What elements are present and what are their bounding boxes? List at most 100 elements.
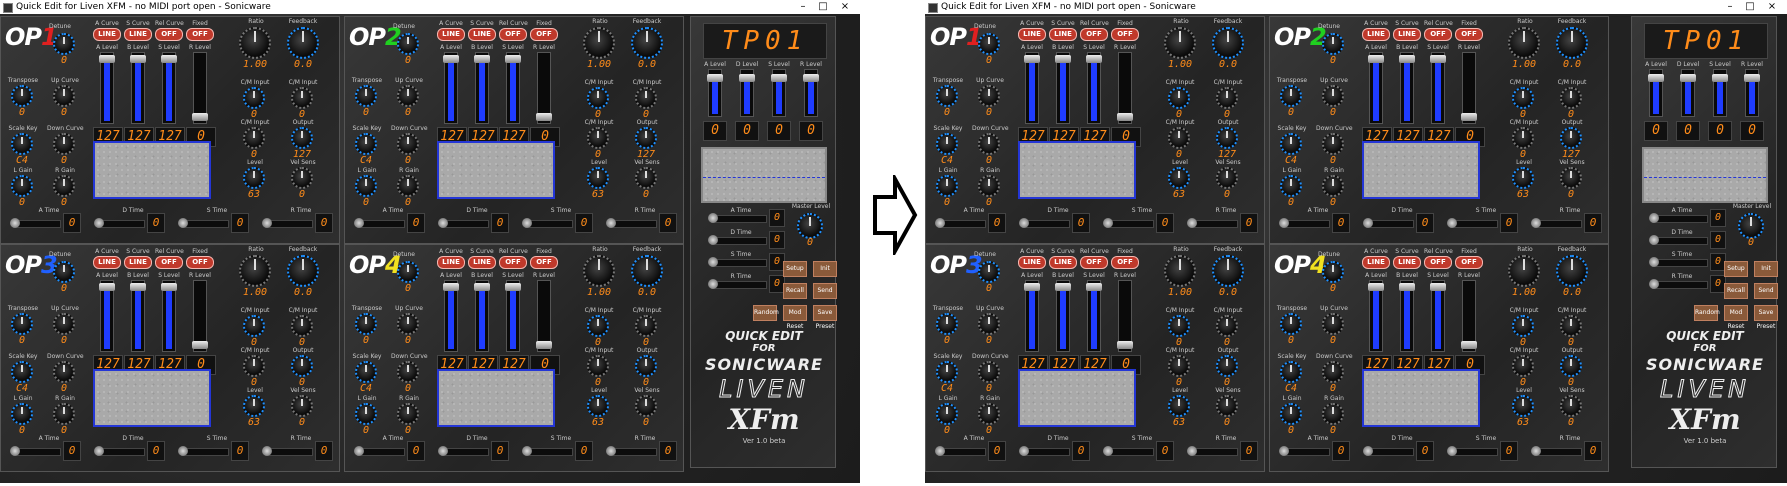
- knob-level[interactable]: [243, 167, 265, 189]
- ratio-knob[interactable]: [1164, 27, 1196, 59]
- knob-l_gain[interactable]: [1280, 175, 1302, 197]
- time-slider-s_time[interactable]: [178, 218, 229, 228]
- time-slider-d_time[interactable]: [438, 218, 489, 228]
- minimize-icon[interactable]: –: [1721, 0, 1739, 14]
- knob-vel_sens[interactable]: [1560, 167, 1582, 189]
- slider-thumb[interactable]: [1447, 218, 1457, 228]
- curve-button-rel_curve[interactable]: OFF: [1080, 256, 1108, 269]
- slider-thumb[interactable]: [606, 446, 616, 456]
- knob-up_curve[interactable]: [1322, 85, 1344, 107]
- knob-level[interactable]: [587, 167, 609, 189]
- curve-button-a_curve[interactable]: LINE: [1018, 28, 1046, 41]
- knob-output[interactable]: [1560, 355, 1582, 377]
- knob-output[interactable]: [1216, 127, 1238, 149]
- tp-time-slider[interactable]: [708, 213, 767, 223]
- fader-handle[interactable]: [99, 283, 115, 291]
- knob-level[interactable]: [1168, 167, 1190, 189]
- knob-l_gain[interactable]: [1280, 403, 1302, 425]
- curve-button-s_curve[interactable]: LINE: [468, 28, 496, 41]
- tp-time-slider[interactable]: [1649, 213, 1708, 223]
- fader-handle[interactable]: [1744, 74, 1760, 82]
- detune-knob[interactable]: [397, 33, 419, 55]
- fader-handle[interactable]: [771, 74, 787, 82]
- time-slider-a_time[interactable]: [1279, 446, 1330, 456]
- slider-thumb[interactable]: [1103, 446, 1113, 456]
- knob-output[interactable]: [635, 355, 657, 377]
- slider-thumb[interactable]: [708, 279, 718, 289]
- curve-button-rel_curve[interactable]: OFF: [1424, 28, 1452, 41]
- slider-thumb[interactable]: [935, 446, 945, 456]
- knob-l_gain[interactable]: [936, 175, 958, 197]
- knob-level[interactable]: [587, 395, 609, 417]
- level-fader-b_level[interactable]: [474, 52, 490, 124]
- knob-vel_sens[interactable]: [635, 395, 657, 417]
- feedback-knob[interactable]: [631, 27, 663, 59]
- knob-output[interactable]: [1560, 127, 1582, 149]
- slider-thumb[interactable]: [1187, 446, 1197, 456]
- time-slider-d_time[interactable]: [1363, 446, 1414, 456]
- knob-vel_sens[interactable]: [1216, 167, 1238, 189]
- time-slider-d_time[interactable]: [1363, 218, 1414, 228]
- slider-thumb[interactable]: [522, 446, 532, 456]
- knob-dn_curve[interactable]: [978, 361, 1000, 383]
- knob-scale_key[interactable]: [11, 361, 33, 383]
- time-slider-a_time[interactable]: [935, 218, 986, 228]
- knob-l_gain[interactable]: [936, 403, 958, 425]
- knob-cm_input[interactable]: [291, 87, 313, 109]
- level-fader-a_level[interactable]: [99, 280, 115, 352]
- slider-thumb[interactable]: [522, 218, 532, 228]
- knob-vel_sens[interactable]: [1560, 395, 1582, 417]
- slider-thumb[interactable]: [1363, 218, 1373, 228]
- knob-cm_input[interactable]: [243, 355, 265, 377]
- time-slider-s_time[interactable]: [1103, 446, 1154, 456]
- knob-cm_input[interactable]: [635, 87, 657, 109]
- curve-button-s_curve[interactable]: LINE: [468, 256, 496, 269]
- slider-thumb[interactable]: [262, 446, 272, 456]
- envelope-pad[interactable]: [1362, 369, 1480, 427]
- slider-thumb[interactable]: [354, 446, 364, 456]
- slider-thumb[interactable]: [606, 218, 616, 228]
- fader-handle[interactable]: [1086, 283, 1102, 291]
- knob-level[interactable]: [243, 395, 265, 417]
- time-slider-s_time[interactable]: [522, 218, 573, 228]
- knob-dn_curve[interactable]: [1322, 361, 1344, 383]
- feedback-knob[interactable]: [631, 255, 663, 287]
- knob-scale_key[interactable]: [1280, 361, 1302, 383]
- ratio-knob[interactable]: [239, 27, 271, 59]
- knob-cm_input[interactable]: [1216, 315, 1238, 337]
- slider-thumb[interactable]: [708, 235, 718, 245]
- envelope-pad[interactable]: [1362, 141, 1480, 199]
- minimize-icon[interactable]: –: [794, 0, 812, 14]
- knob-scale_key[interactable]: [1280, 133, 1302, 155]
- time-slider-d_time[interactable]: [1019, 218, 1070, 228]
- envelope-pad[interactable]: [93, 369, 211, 427]
- level-fader-b_level[interactable]: [1055, 52, 1071, 124]
- level-fader-r_level[interactable]: [1117, 52, 1133, 124]
- slider-thumb[interactable]: [10, 446, 20, 456]
- fader-handle[interactable]: [1055, 283, 1071, 291]
- slider-thumb[interactable]: [935, 218, 945, 228]
- tp-envelope-pad[interactable]: [701, 147, 827, 203]
- feedback-knob[interactable]: [1556, 255, 1588, 287]
- level-fader-s_level[interactable]: [505, 52, 521, 124]
- knob-cm_input[interactable]: [635, 315, 657, 337]
- knob-l_gain[interactable]: [355, 403, 377, 425]
- fader-handle[interactable]: [739, 74, 755, 82]
- knob-cm_input[interactable]: [243, 315, 265, 337]
- slider-thumb[interactable]: [94, 218, 104, 228]
- level-fader-s_level[interactable]: [505, 280, 521, 352]
- init-button[interactable]: Init: [813, 261, 837, 277]
- envelope-pad[interactable]: [437, 369, 555, 427]
- curve-button-fixed[interactable]: OFF: [186, 256, 214, 269]
- curve-button-fixed[interactable]: OFF: [1111, 256, 1139, 269]
- knob-up_curve[interactable]: [978, 85, 1000, 107]
- fader-handle[interactable]: [505, 283, 521, 291]
- tp-level-fader[interactable]: [803, 69, 819, 117]
- time-slider-a_time[interactable]: [10, 218, 61, 228]
- slider-thumb[interactable]: [438, 218, 448, 228]
- knob-cm_input[interactable]: [1560, 315, 1582, 337]
- knob-up_curve[interactable]: [978, 313, 1000, 335]
- fader-handle[interactable]: [1055, 55, 1071, 63]
- feedback-knob[interactable]: [1556, 27, 1588, 59]
- time-slider-r_time[interactable]: [1187, 446, 1238, 456]
